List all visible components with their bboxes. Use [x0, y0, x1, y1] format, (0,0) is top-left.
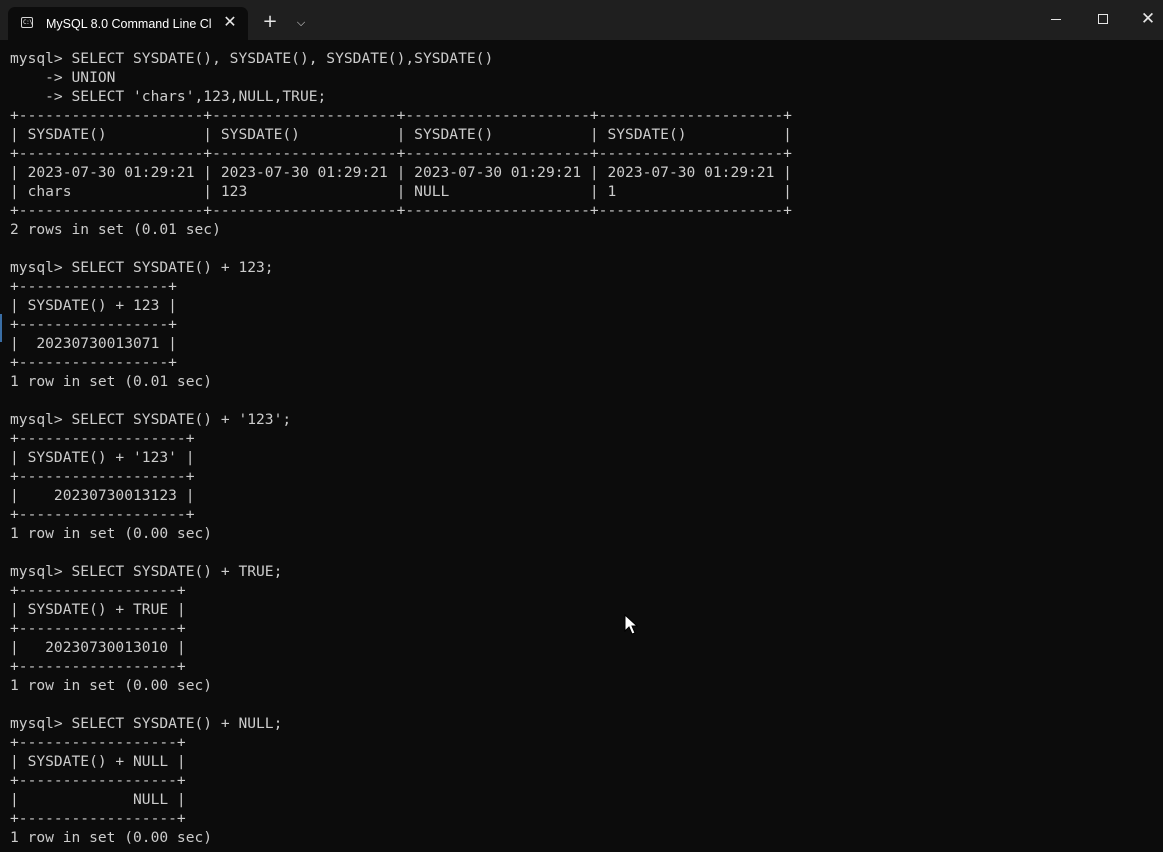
terminal-line: +-------------------+ — [10, 506, 195, 523]
terminal-line: | SYSDATE() | SYSDATE() | SYSDATE() | SY… — [10, 126, 792, 143]
minimize-icon — [1051, 19, 1061, 20]
terminal-line: | 20230730013123 | — [10, 487, 195, 504]
terminal-line: -> SELECT 'chars',123,NULL,TRUE; — [10, 88, 327, 105]
close-tab-icon[interactable]: ✕ — [220, 12, 240, 32]
terminal-line: 1 row in set (0.00 sec) — [10, 525, 213, 542]
terminal-line: | SYSDATE() + 123 | — [10, 297, 177, 314]
terminal-line: +-----------------+ — [10, 316, 177, 333]
terminal-output: mysql> SELECT SYSDATE(), SYSDATE(), SYSD… — [10, 49, 792, 847]
terminal-line: +------------------+ — [10, 734, 186, 751]
terminal-line: +------------------+ — [10, 582, 186, 599]
close-icon: ✕ — [1140, 9, 1156, 29]
terminal-line: | SYSDATE() + TRUE | — [10, 601, 186, 618]
terminal-line: -> UNION — [10, 69, 116, 86]
new-tab-icon[interactable]: + — [258, 10, 282, 34]
maximize-button[interactable] — [1080, 0, 1126, 40]
terminal-line: mysql> SELECT SYSDATE() + NULL; — [10, 715, 283, 732]
terminal-line: +-----------------+ — [10, 278, 177, 295]
terminal-window: C:\ MySQL 8.0 Command Line Cli ✕ + ⌵ ✕ m… — [0, 0, 1163, 852]
terminal-line: +---------------------+-----------------… — [10, 107, 792, 124]
tab-title: MySQL 8.0 Command Line Cli — [46, 17, 212, 31]
scroll-edge-indicator — [0, 314, 2, 342]
terminal-line: +-------------------+ — [10, 430, 195, 447]
terminal-line: +------------------+ — [10, 620, 186, 637]
mouse-pointer-icon — [624, 614, 638, 635]
maximize-icon — [1098, 14, 1108, 24]
minimize-button[interactable] — [1033, 0, 1079, 40]
terminal-line: mysql> SELECT SYSDATE() + '123'; — [10, 411, 292, 428]
terminal-line: +------------------+ — [10, 658, 186, 675]
terminal-line: | 20230730013071 | — [10, 335, 177, 352]
terminal-icon-glyph: C:\ — [23, 19, 33, 26]
terminal-line: mysql> SELECT SYSDATE(), SYSDATE(), SYSD… — [10, 50, 494, 67]
terminal-line: +-------------------+ — [10, 468, 195, 485]
terminal-line: | 2023-07-30 01:29:21 | 2023-07-30 01:29… — [10, 164, 792, 181]
terminal-line: | SYSDATE() + NULL | — [10, 753, 186, 770]
terminal-line: mysql> SELECT SYSDATE() + TRUE; — [10, 563, 283, 580]
terminal-line: +---------------------+-----------------… — [10, 202, 792, 219]
terminal-line: 2 rows in set (0.01 sec) — [10, 221, 221, 238]
terminal-line: | SYSDATE() + '123' | — [10, 449, 195, 466]
terminal-output-area[interactable]: mysql> SELECT SYSDATE(), SYSDATE(), SYSD… — [0, 40, 1163, 852]
terminal-line: 1 row in set (0.00 sec) — [10, 829, 213, 846]
terminal-line: +------------------+ — [10, 772, 186, 789]
terminal-line: +------------------+ — [10, 810, 186, 827]
terminal-line: | 20230730013010 | — [10, 639, 186, 656]
terminal-line: | chars | 123 | NULL | 1 | — [10, 183, 792, 200]
terminal-line: mysql> SELECT SYSDATE() + 123; — [10, 259, 274, 276]
title-bar: C:\ MySQL 8.0 Command Line Cli ✕ + ⌵ ✕ — [0, 0, 1163, 40]
close-window-button[interactable]: ✕ — [1125, 0, 1163, 40]
terminal-line: 1 row in set (0.00 sec) — [10, 677, 213, 694]
chevron-down-icon[interactable]: ⌵ — [290, 12, 312, 34]
terminal-line: +---------------------+-----------------… — [10, 145, 792, 162]
terminal-line: 1 row in set (0.01 sec) — [10, 373, 213, 390]
terminal-line: | NULL | — [10, 791, 186, 808]
terminal-tab[interactable]: C:\ MySQL 8.0 Command Line Cli ✕ — [8, 7, 248, 40]
terminal-icon: C:\ — [21, 17, 33, 28]
terminal-line: +-----------------+ — [10, 354, 177, 371]
